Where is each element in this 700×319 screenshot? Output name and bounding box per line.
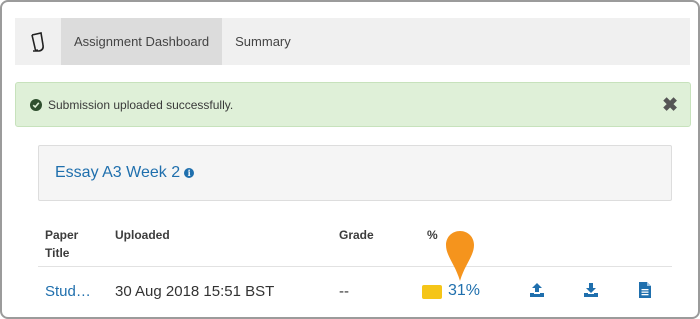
upload-icon[interactable] (529, 282, 545, 303)
assignment-title[interactable]: Essay A3 Week 2 (55, 164, 180, 182)
table-divider (38, 266, 672, 267)
header-paper-label: Paper (45, 228, 79, 242)
similarity-color-swatch (422, 285, 442, 299)
close-icon[interactable]: ✖ (662, 96, 678, 115)
info-icon[interactable]: i (184, 168, 195, 178)
column-header-grade[interactable]: Grade (339, 226, 374, 244)
assignment-card: Essay A3 Week 2 i (38, 145, 672, 201)
tab-assignment-dashboard[interactable]: Assignment Dashboard (61, 18, 223, 65)
uploaded-date: 30 Aug 2018 15:51 BST (115, 283, 275, 300)
location-pin-icon (445, 230, 475, 287)
top-navbar: Assignment Dashboard Summary (15, 18, 690, 65)
logo-icon[interactable] (15, 18, 61, 65)
paper-title-link[interactable]: Stud… (45, 283, 91, 301)
success-alert: Submission uploaded successfully. ✖ (15, 82, 691, 127)
column-header-percent[interactable]: % (427, 226, 438, 244)
check-circle-icon (30, 98, 42, 111)
download-icon[interactable] (583, 282, 599, 303)
alert-message: Submission uploaded successfully. (48, 97, 234, 112)
header-title-label: Title (45, 246, 70, 260)
column-header-uploaded[interactable]: Uploaded (115, 226, 170, 244)
column-header-paper-title[interactable]: Paper Title (45, 226, 78, 262)
document-icon[interactable] (638, 282, 652, 303)
tab-summary[interactable]: Summary (222, 18, 304, 65)
grade-value: -- (339, 283, 349, 300)
app-frame: Assignment Dashboard Summary Submission … (0, 0, 700, 319)
